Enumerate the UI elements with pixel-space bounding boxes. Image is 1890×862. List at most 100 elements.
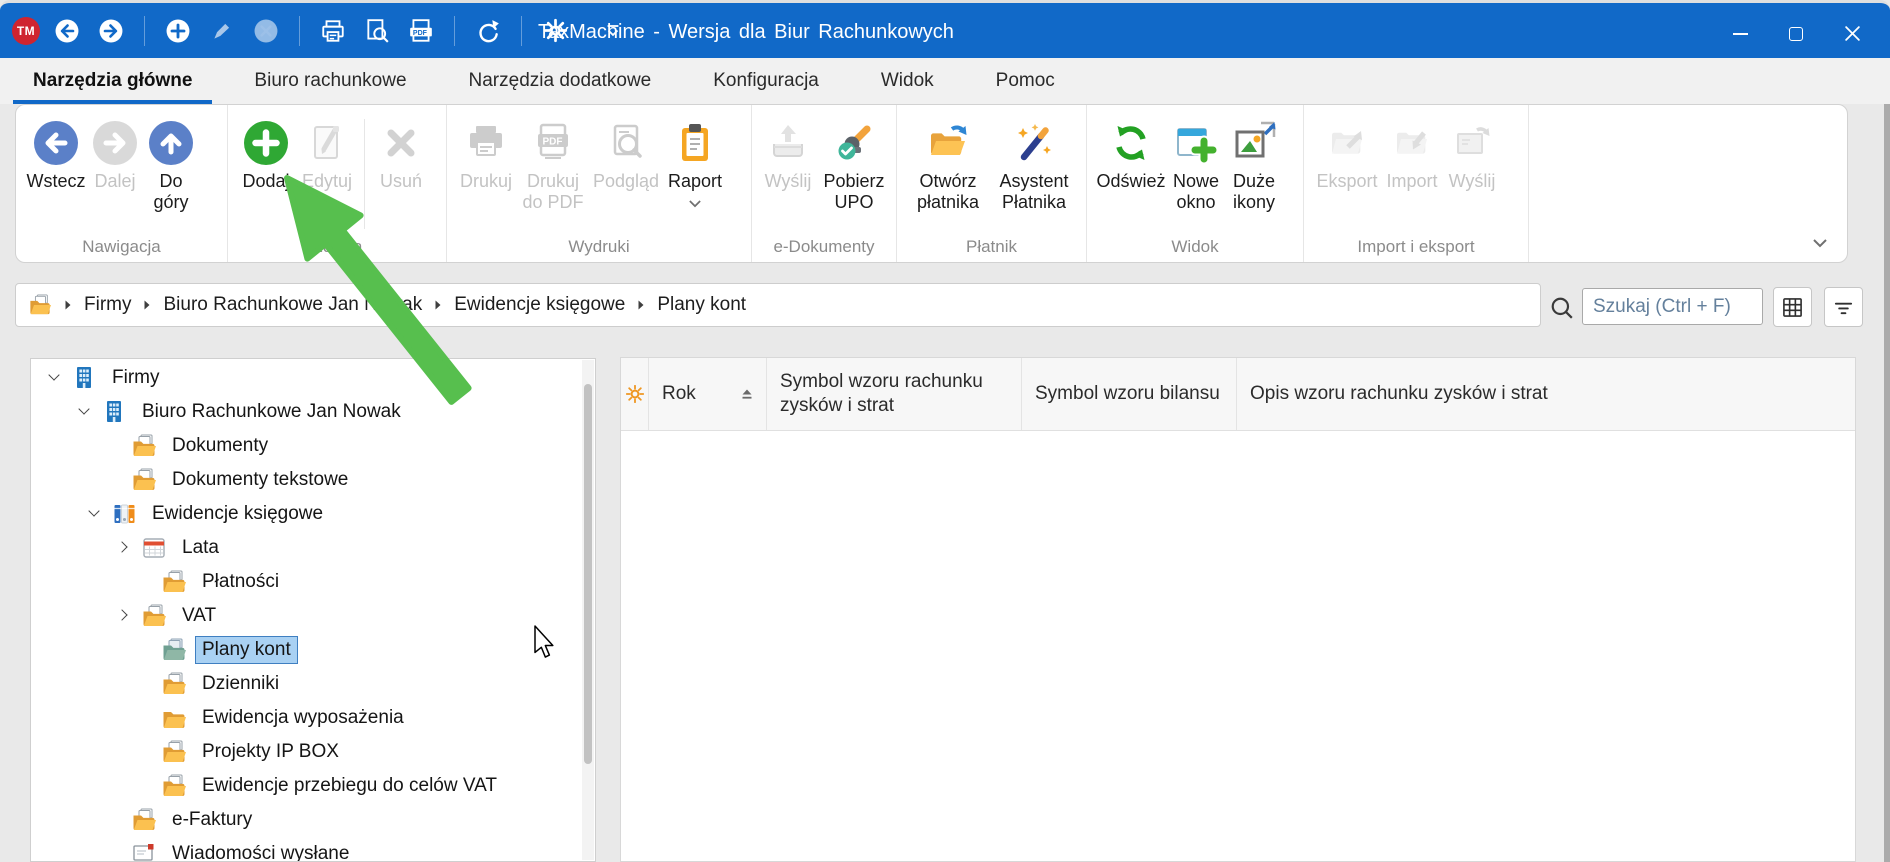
dalej-button[interactable]: Dalej <box>88 113 142 192</box>
import-button[interactable]: Import <box>1382 113 1442 192</box>
folder-documents-icon <box>141 604 167 628</box>
tree-item-dokumenty[interactable]: Dokumenty <box>31 429 595 463</box>
pdf-document-icon <box>530 115 576 171</box>
tree-scrollbar-thumb[interactable] <box>584 384 592 764</box>
column-header-rok[interactable]: Rok <box>649 358 767 430</box>
tree-scrollbar[interactable] <box>582 360 594 860</box>
maximize-button[interactable] <box>1768 12 1824 56</box>
back-button[interactable] <box>50 14 84 48</box>
refresh-icon <box>1108 115 1154 171</box>
do-gory-button[interactable]: Do góry <box>142 113 200 213</box>
tree-item-biuro-rachunkowe[interactable]: Biuro Rachunkowe Jan Nowak <box>31 395 595 429</box>
folder-teal-icon <box>161 638 187 662</box>
duze-ikony-button[interactable]: Duże ikony <box>1225 113 1283 213</box>
chevron-right-icon[interactable] <box>115 538 135 558</box>
dodaj-button[interactable]: Dodaj <box>236 113 296 192</box>
folder-documents-icon <box>131 434 157 458</box>
asystent-platnika-button[interactable]: Asystent Płatnika <box>991 113 1077 213</box>
tree-item-dokumenty-tekstowe[interactable]: Dokumenty tekstowe <box>31 463 595 497</box>
customize-columns-button[interactable] <box>621 358 649 430</box>
folder-documents-icon <box>161 570 187 594</box>
breadcrumb-separator-icon <box>638 300 644 310</box>
collapse-ribbon-chevron-icon[interactable] <box>1807 234 1833 252</box>
group-label-nawigacja: Nawigacja <box>16 237 227 257</box>
edytuj-button[interactable]: Edytuj <box>296 113 358 192</box>
send-tray-icon <box>765 115 811 171</box>
usun-button[interactable]: Usuń <box>371 113 431 192</box>
tree-item-platnosci[interactable]: Płatności <box>31 565 595 599</box>
pobierz-upo-button[interactable]: Pobierz UPO <box>816 113 892 213</box>
tab-biuro-rachunkowe[interactable]: Biuro rachunkowe <box>234 58 426 104</box>
print-preview-icon[interactable] <box>360 14 394 48</box>
wyslij-eksport-button[interactable]: Wyślij <box>1442 113 1502 192</box>
add-button-quick[interactable] <box>161 14 195 48</box>
breadcrumb-item-biuro[interactable]: Biuro Rachunkowe Jan Nowak <box>163 294 422 316</box>
ribbon-group-nawigacja: Wstecz Dalej Do góry Nawigacja <box>16 105 228 262</box>
odswiez-button[interactable]: Odśwież <box>1095 113 1167 192</box>
refresh-icon[interactable] <box>471 14 505 48</box>
toolbar-separator <box>521 16 522 46</box>
nowe-okno-button[interactable]: Nowe okno <box>1167 113 1225 213</box>
tree-item-ewidencja-wyposazenia[interactable]: Ewidencja wyposażenia <box>31 701 595 735</box>
grid-icon <box>1782 297 1803 318</box>
drukuj-button[interactable]: Drukuj <box>455 113 517 192</box>
tab-pomoc[interactable]: Pomoc <box>976 58 1075 104</box>
group-label-widok: Widok <box>1087 237 1303 257</box>
wyslij-button[interactable]: Wyślij <box>760 113 816 192</box>
ribbon: Wstecz Dalej Do góry Nawigacja Dodaj Edy… <box>15 104 1848 263</box>
eksport-button[interactable]: Eksport <box>1312 113 1382 192</box>
delete-x-icon <box>378 115 424 171</box>
tab-narzedzia-glowne[interactable]: Narzędzia główne <box>13 58 212 104</box>
tab-widok[interactable]: Widok <box>861 58 954 104</box>
tree-item-firmy[interactable]: Firmy <box>31 361 595 395</box>
column-header-opis-rzis[interactable]: Opis wzoru rachunku zysków i strat <box>1237 358 1855 430</box>
tree-item-wiadomosci-wyslane[interactable]: Wiadomości wysłane <box>31 837 595 862</box>
search-icon <box>1550 296 1574 320</box>
chevron-down-icon[interactable] <box>75 402 95 422</box>
tree-item-plany-kont[interactable]: Plany kont <box>31 633 595 667</box>
print-icon[interactable] <box>316 14 350 48</box>
search-input[interactable] <box>1582 288 1763 325</box>
print-pdf-icon[interactable] <box>404 14 438 48</box>
binders-icon <box>111 502 137 526</box>
tab-konfiguracja[interactable]: Konfiguracja <box>693 58 839 104</box>
add-circle-icon <box>243 115 289 171</box>
tree-item-e-faktury[interactable]: e-Faktury <box>31 803 595 837</box>
tree-item-vat[interactable]: VAT <box>31 599 595 633</box>
tab-narzedzia-dodatkowe[interactable]: Narzędzia dodatkowe <box>449 58 672 104</box>
edit-icon[interactable] <box>205 14 239 48</box>
chevron-right-icon[interactable] <box>115 606 135 626</box>
tree-item-ewidencje-ksiegowe[interactable]: Ewidencje księgowe <box>31 497 595 531</box>
drukuj-do-pdf-button[interactable]: Drukuj do PDF <box>517 113 589 213</box>
otworz-platnika-button[interactable]: Otwórz płatnika <box>905 113 991 213</box>
tree-item-ewidencje-przebiegu[interactable]: Ewidencje przebiegu do celów VAT <box>31 769 595 803</box>
tree-item-lata[interactable]: Lata <box>31 531 595 565</box>
column-header-symbol-rzis[interactable]: Symbol wzoru rachunku zysków i strat <box>767 358 1022 430</box>
ribbon-group-import-eksport: Eksport Import Wyślij Import i eksport <box>1304 105 1529 262</box>
breadcrumb-item-firmy[interactable]: Firmy <box>84 294 131 316</box>
titlebar: TM TaxMachine - Wersja dla Biur Rachunko… <box>0 0 1890 58</box>
tree-item-dzienniki[interactable]: Dzienniki <box>31 667 595 701</box>
column-header-symbol-bilansu[interactable]: Symbol wzoru bilansu <box>1022 358 1237 430</box>
group-label-import-eksport: Import i eksport <box>1304 237 1528 257</box>
forward-button[interactable] <box>94 14 128 48</box>
chevron-down-icon[interactable] <box>45 368 65 388</box>
grid-view-button[interactable] <box>1773 287 1812 327</box>
group-label-edycja: Edycja <box>228 237 446 257</box>
raport-dropdown-chevron-icon[interactable] <box>689 195 701 213</box>
delete-icon[interactable] <box>249 14 283 48</box>
tree-item-projekty-ip-box[interactable]: Projekty IP BOX <box>31 735 595 769</box>
filter-button[interactable] <box>1824 287 1863 327</box>
minimize-button[interactable] <box>1712 12 1768 56</box>
table-header-row: Rok Symbol wzoru rachunku zysków i strat… <box>621 358 1855 431</box>
chevron-down-icon[interactable] <box>85 504 105 524</box>
podglad-button[interactable]: Podgląd <box>589 113 663 192</box>
wstecz-button[interactable]: Wstecz <box>24 113 88 192</box>
close-button[interactable] <box>1824 12 1880 56</box>
ribbon-group-edycja: Dodaj Edytuj Usuń Edycja <box>228 105 447 262</box>
breadcrumb-item-plany-kont[interactable]: Plany kont <box>657 294 746 316</box>
app-logo: TM <box>12 17 40 45</box>
raport-button[interactable]: Raport <box>663 113 727 213</box>
window-controls <box>1712 6 1880 61</box>
breadcrumb-item-ewidencje[interactable]: Ewidencje księgowe <box>454 294 625 316</box>
